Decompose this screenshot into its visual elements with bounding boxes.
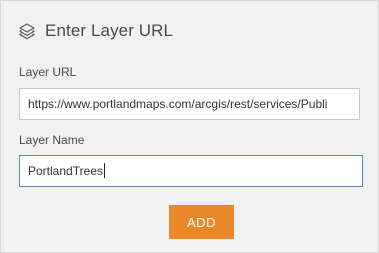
panel-title: Enter Layer URL [45,21,174,40]
layers-icon [18,22,36,40]
layer-name-input[interactable]: PortlandTrees [19,155,363,187]
text-caret [103,163,105,179]
layer-name-label: Layer Name [19,133,85,147]
panel-header: Enter Layer URL [18,19,173,43]
enter-layer-url-panel: Enter Layer URL Layer URL https://www.po… [0,0,379,253]
add-button[interactable]: ADD [169,205,234,239]
layer-url-input[interactable]: https://www.portlandmaps.com/arcgis/rest… [19,88,360,120]
layer-url-value: https://www.portlandmaps.com/arcgis/rest… [28,97,328,111]
layer-name-value: PortlandTrees [28,164,103,178]
layer-url-label: Layer URL [19,65,77,79]
